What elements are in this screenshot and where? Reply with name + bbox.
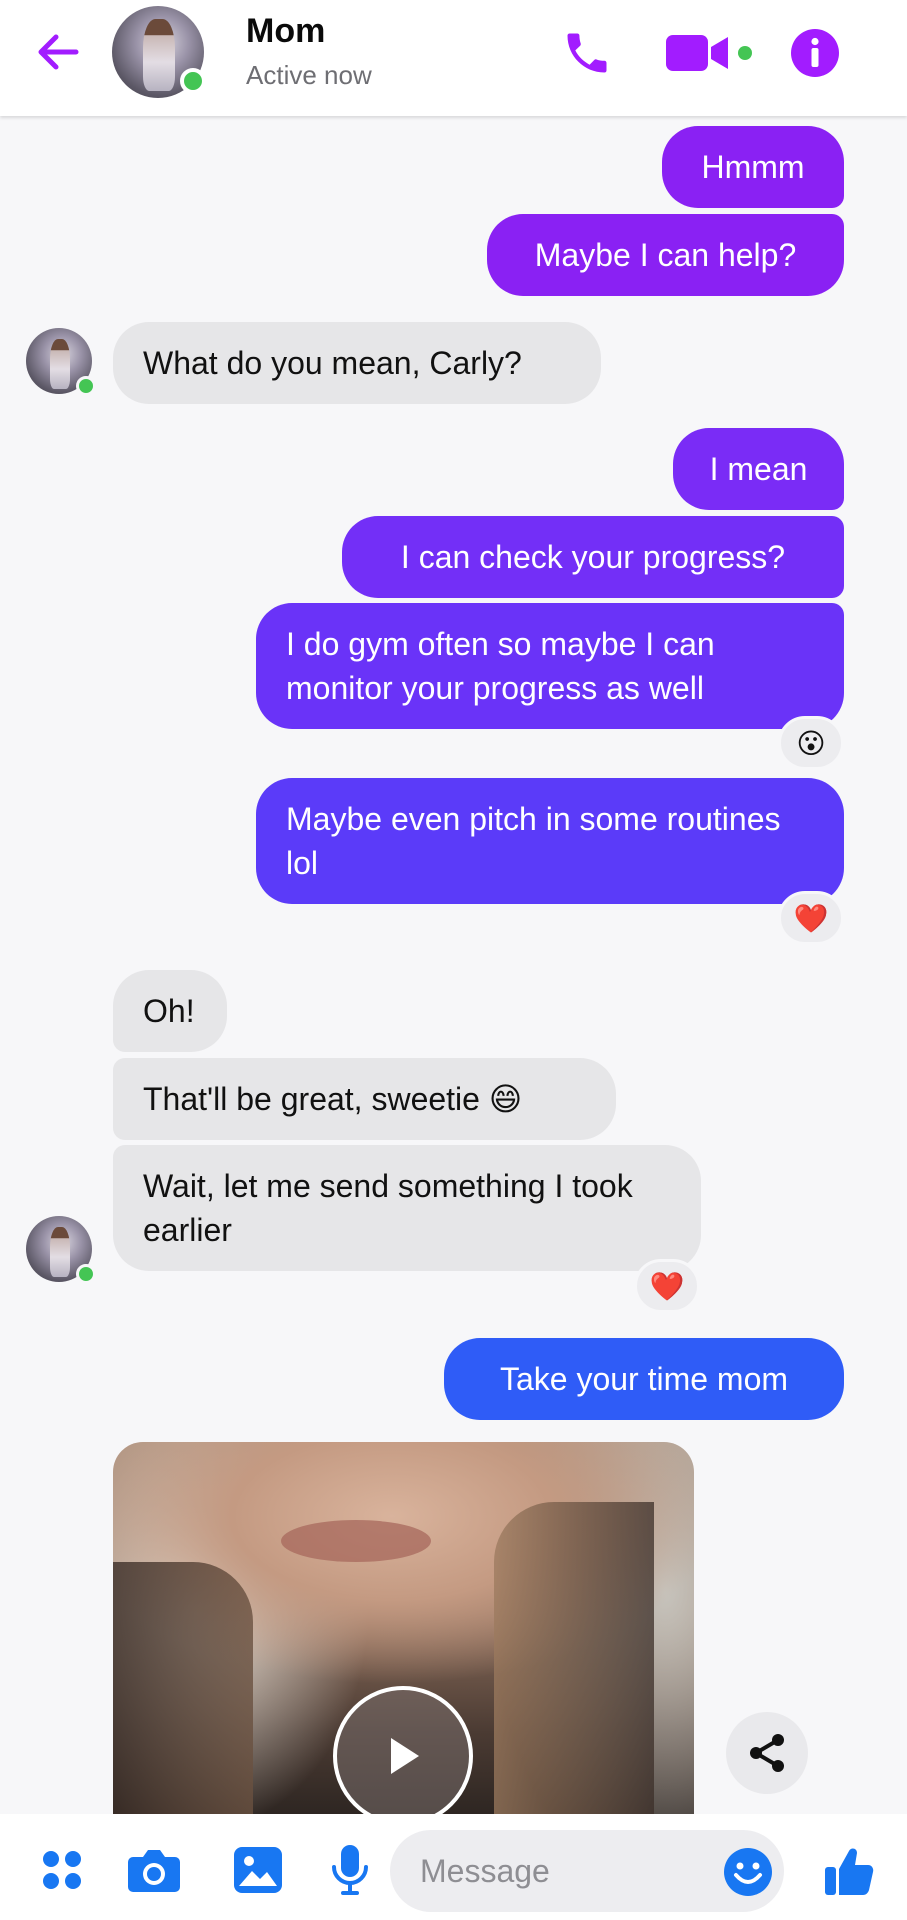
video-camera-icon bbox=[666, 35, 728, 71]
microphone-icon bbox=[332, 1845, 368, 1895]
video-message[interactable] bbox=[113, 1442, 694, 1814]
message-composer bbox=[0, 1814, 907, 1920]
contact-avatar-small[interactable] bbox=[26, 1216, 96, 1284]
phone-icon bbox=[567, 33, 607, 73]
message-bubble-incoming[interactable]: Oh! bbox=[113, 970, 227, 1052]
message-reaction[interactable]: 😮 bbox=[778, 716, 844, 770]
voice-call-button[interactable] bbox=[558, 24, 616, 82]
gallery-icon bbox=[234, 1847, 282, 1893]
play-button[interactable] bbox=[333, 1686, 473, 1814]
online-indicator bbox=[76, 1264, 96, 1284]
emoji-button[interactable] bbox=[720, 1844, 776, 1900]
emoji-icon bbox=[724, 1848, 772, 1896]
play-icon bbox=[391, 1738, 419, 1774]
contact-status: Active now bbox=[246, 60, 372, 90]
back-arrow-icon bbox=[38, 34, 79, 70]
message-bubble-outgoing[interactable]: Maybe even pitch in some routines lol bbox=[256, 778, 844, 904]
camera-button[interactable] bbox=[126, 1842, 182, 1898]
contact-name[interactable]: Mom bbox=[246, 12, 325, 51]
voice-record-button[interactable] bbox=[322, 1842, 378, 1898]
message-bubble-outgoing[interactable]: I mean bbox=[673, 428, 844, 510]
contact-avatar[interactable] bbox=[112, 6, 206, 98]
online-indicator bbox=[180, 68, 206, 94]
message-bubble-outgoing[interactable]: I do gym often so maybe I can monitor yo… bbox=[256, 603, 844, 729]
message-bubble-outgoing[interactable]: Take your time mom bbox=[444, 1338, 844, 1420]
info-icon bbox=[791, 29, 839, 77]
message-reaction[interactable]: ❤️ bbox=[778, 891, 844, 945]
message-bubble-outgoing[interactable]: I can check your progress? bbox=[342, 516, 844, 598]
back-button[interactable] bbox=[34, 28, 82, 76]
message-bubble-outgoing[interactable]: Hmmm bbox=[662, 126, 844, 208]
like-button[interactable] bbox=[818, 1840, 880, 1902]
menu-dots-icon bbox=[43, 1851, 81, 1889]
contact-avatar-small[interactable] bbox=[26, 328, 96, 396]
message-bubble-incoming[interactable]: What do you mean, Carly? bbox=[113, 322, 601, 404]
thumbs-up-icon bbox=[825, 1848, 874, 1895]
gallery-button[interactable] bbox=[230, 1842, 286, 1898]
chat-header: Mom Active now bbox=[0, 0, 907, 116]
video-call-button[interactable] bbox=[666, 28, 760, 78]
camera-icon bbox=[128, 1850, 180, 1892]
message-bubble-incoming[interactable]: Wait, let me send something I took earli… bbox=[113, 1145, 701, 1271]
message-reaction[interactable]: ❤️ bbox=[634, 1259, 700, 1313]
share-button[interactable] bbox=[726, 1712, 808, 1794]
more-actions-button[interactable] bbox=[34, 1842, 90, 1898]
message-bubble-incoming[interactable]: That'll be great, sweetie 😄 bbox=[113, 1058, 616, 1140]
online-indicator bbox=[76, 376, 96, 396]
share-icon bbox=[750, 1734, 784, 1772]
message-bubble-outgoing[interactable]: Maybe I can help? bbox=[487, 214, 844, 296]
video-active-dot bbox=[738, 46, 752, 60]
info-button[interactable] bbox=[788, 26, 842, 80]
